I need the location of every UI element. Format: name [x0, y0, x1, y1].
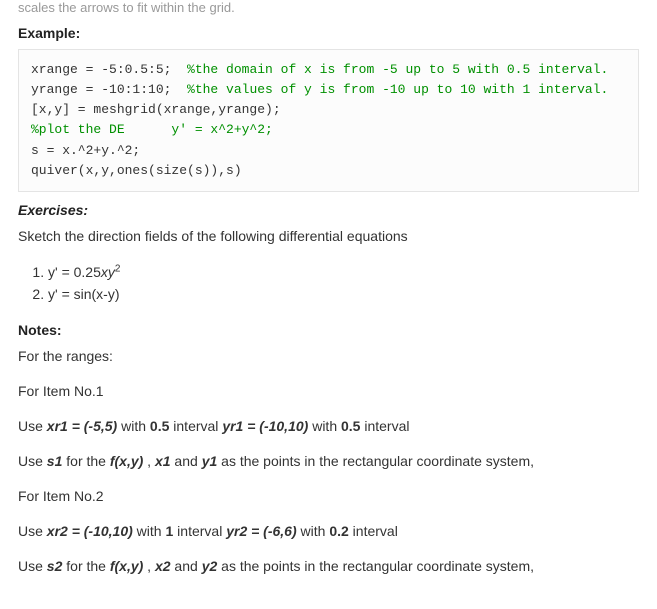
- fxy2: f(x,y): [110, 558, 143, 574]
- exercises-heading: Exercises:: [18, 202, 639, 218]
- notes-heading: Notes:: [18, 322, 639, 338]
- txt: with: [297, 523, 330, 539]
- code-line-1a: xrange = -5:0.5:5;: [31, 62, 187, 77]
- s1: s1: [47, 453, 63, 469]
- code-line-5: s = x.^2+y.^2;: [31, 143, 140, 158]
- notes-ranges: For the ranges:: [18, 346, 639, 367]
- exercise-1-text-b: xy: [101, 264, 115, 280]
- int2: 0.2: [329, 523, 348, 539]
- txt: and: [171, 453, 202, 469]
- txt: with: [308, 418, 341, 434]
- notes-range-1: Use xr1 = (-5,5) with 0.5 interval yr1 =…: [18, 416, 639, 437]
- y2: y2: [202, 558, 218, 574]
- exercise-list: y' = 0.25xy2 y' = sin(x-y): [48, 261, 639, 306]
- x1: x1: [155, 453, 171, 469]
- txt: as the points in the rectangular coordin…: [217, 453, 534, 469]
- fxy1: f(x,y): [110, 453, 143, 469]
- txt: with: [133, 523, 166, 539]
- txt: interval: [349, 523, 398, 539]
- xr1: xr1 = (-5,5): [47, 418, 117, 434]
- yr2: yr2 = (-6,6): [226, 523, 296, 539]
- txt: for the: [62, 558, 109, 574]
- txt: ,: [143, 453, 155, 469]
- int1: 0.5: [150, 418, 169, 434]
- yr1: yr1 = (-10,10): [222, 418, 308, 434]
- notes-range-2: Use xr2 = (-10,10) with 1 interval yr2 =…: [18, 521, 639, 542]
- txt: Use: [18, 523, 47, 539]
- cutoff-text: scales the arrows to fit within the grid…: [18, 0, 639, 15]
- notes-use-1: Use s1 for the f(x,y) , x1 and y1 as the…: [18, 451, 639, 472]
- x2: x2: [155, 558, 171, 574]
- txt: for the: [62, 453, 109, 469]
- txt: as the points in the rectangular coordin…: [217, 558, 534, 574]
- txt: interval: [360, 418, 409, 434]
- code-line-2a: yrange = -10:1:10;: [31, 82, 187, 97]
- txt: with: [117, 418, 150, 434]
- notes-item-2: For Item No.2: [18, 486, 639, 507]
- txt: ,: [143, 558, 155, 574]
- txt: Use: [18, 558, 47, 574]
- xr2: xr2 = (-10,10): [47, 523, 133, 539]
- txt: Use: [18, 453, 47, 469]
- exercise-1-text-a: y' = 0.25: [48, 264, 101, 280]
- txt: interval: [173, 523, 226, 539]
- y1: y1: [202, 453, 218, 469]
- notes-item-1: For Item No.1: [18, 381, 639, 402]
- code-line-2-comment: %the values of y is from -10 up to 10 wi…: [187, 82, 608, 97]
- exercise-item-1: y' = 0.25xy2: [48, 261, 639, 283]
- code-line-1-comment: %the domain of x is from -5 up to 5 with…: [187, 62, 608, 77]
- exercise-item-2: y' = sin(x-y): [48, 283, 639, 305]
- code-line-4-comment: %plot the DE y' = x^2+y^2;: [31, 122, 273, 137]
- code-line-3: [x,y] = meshgrid(xrange,yrange);: [31, 102, 281, 117]
- example-heading: Example:: [18, 25, 639, 41]
- txt: and: [171, 558, 202, 574]
- int2: 0.5: [341, 418, 360, 434]
- txt: interval: [169, 418, 222, 434]
- code-block: xrange = -5:0.5:5; %the domain of x is f…: [18, 49, 639, 192]
- code-line-6: quiver(x,y,ones(size(s)),s): [31, 163, 242, 178]
- notes-use-2: Use s2 for the f(x,y) , x2 and y2 as the…: [18, 556, 639, 577]
- txt: Use: [18, 418, 47, 434]
- exercises-intro: Sketch the direction fields of the follo…: [18, 226, 639, 247]
- s2: s2: [47, 558, 63, 574]
- exercise-1-sup: 2: [115, 263, 121, 274]
